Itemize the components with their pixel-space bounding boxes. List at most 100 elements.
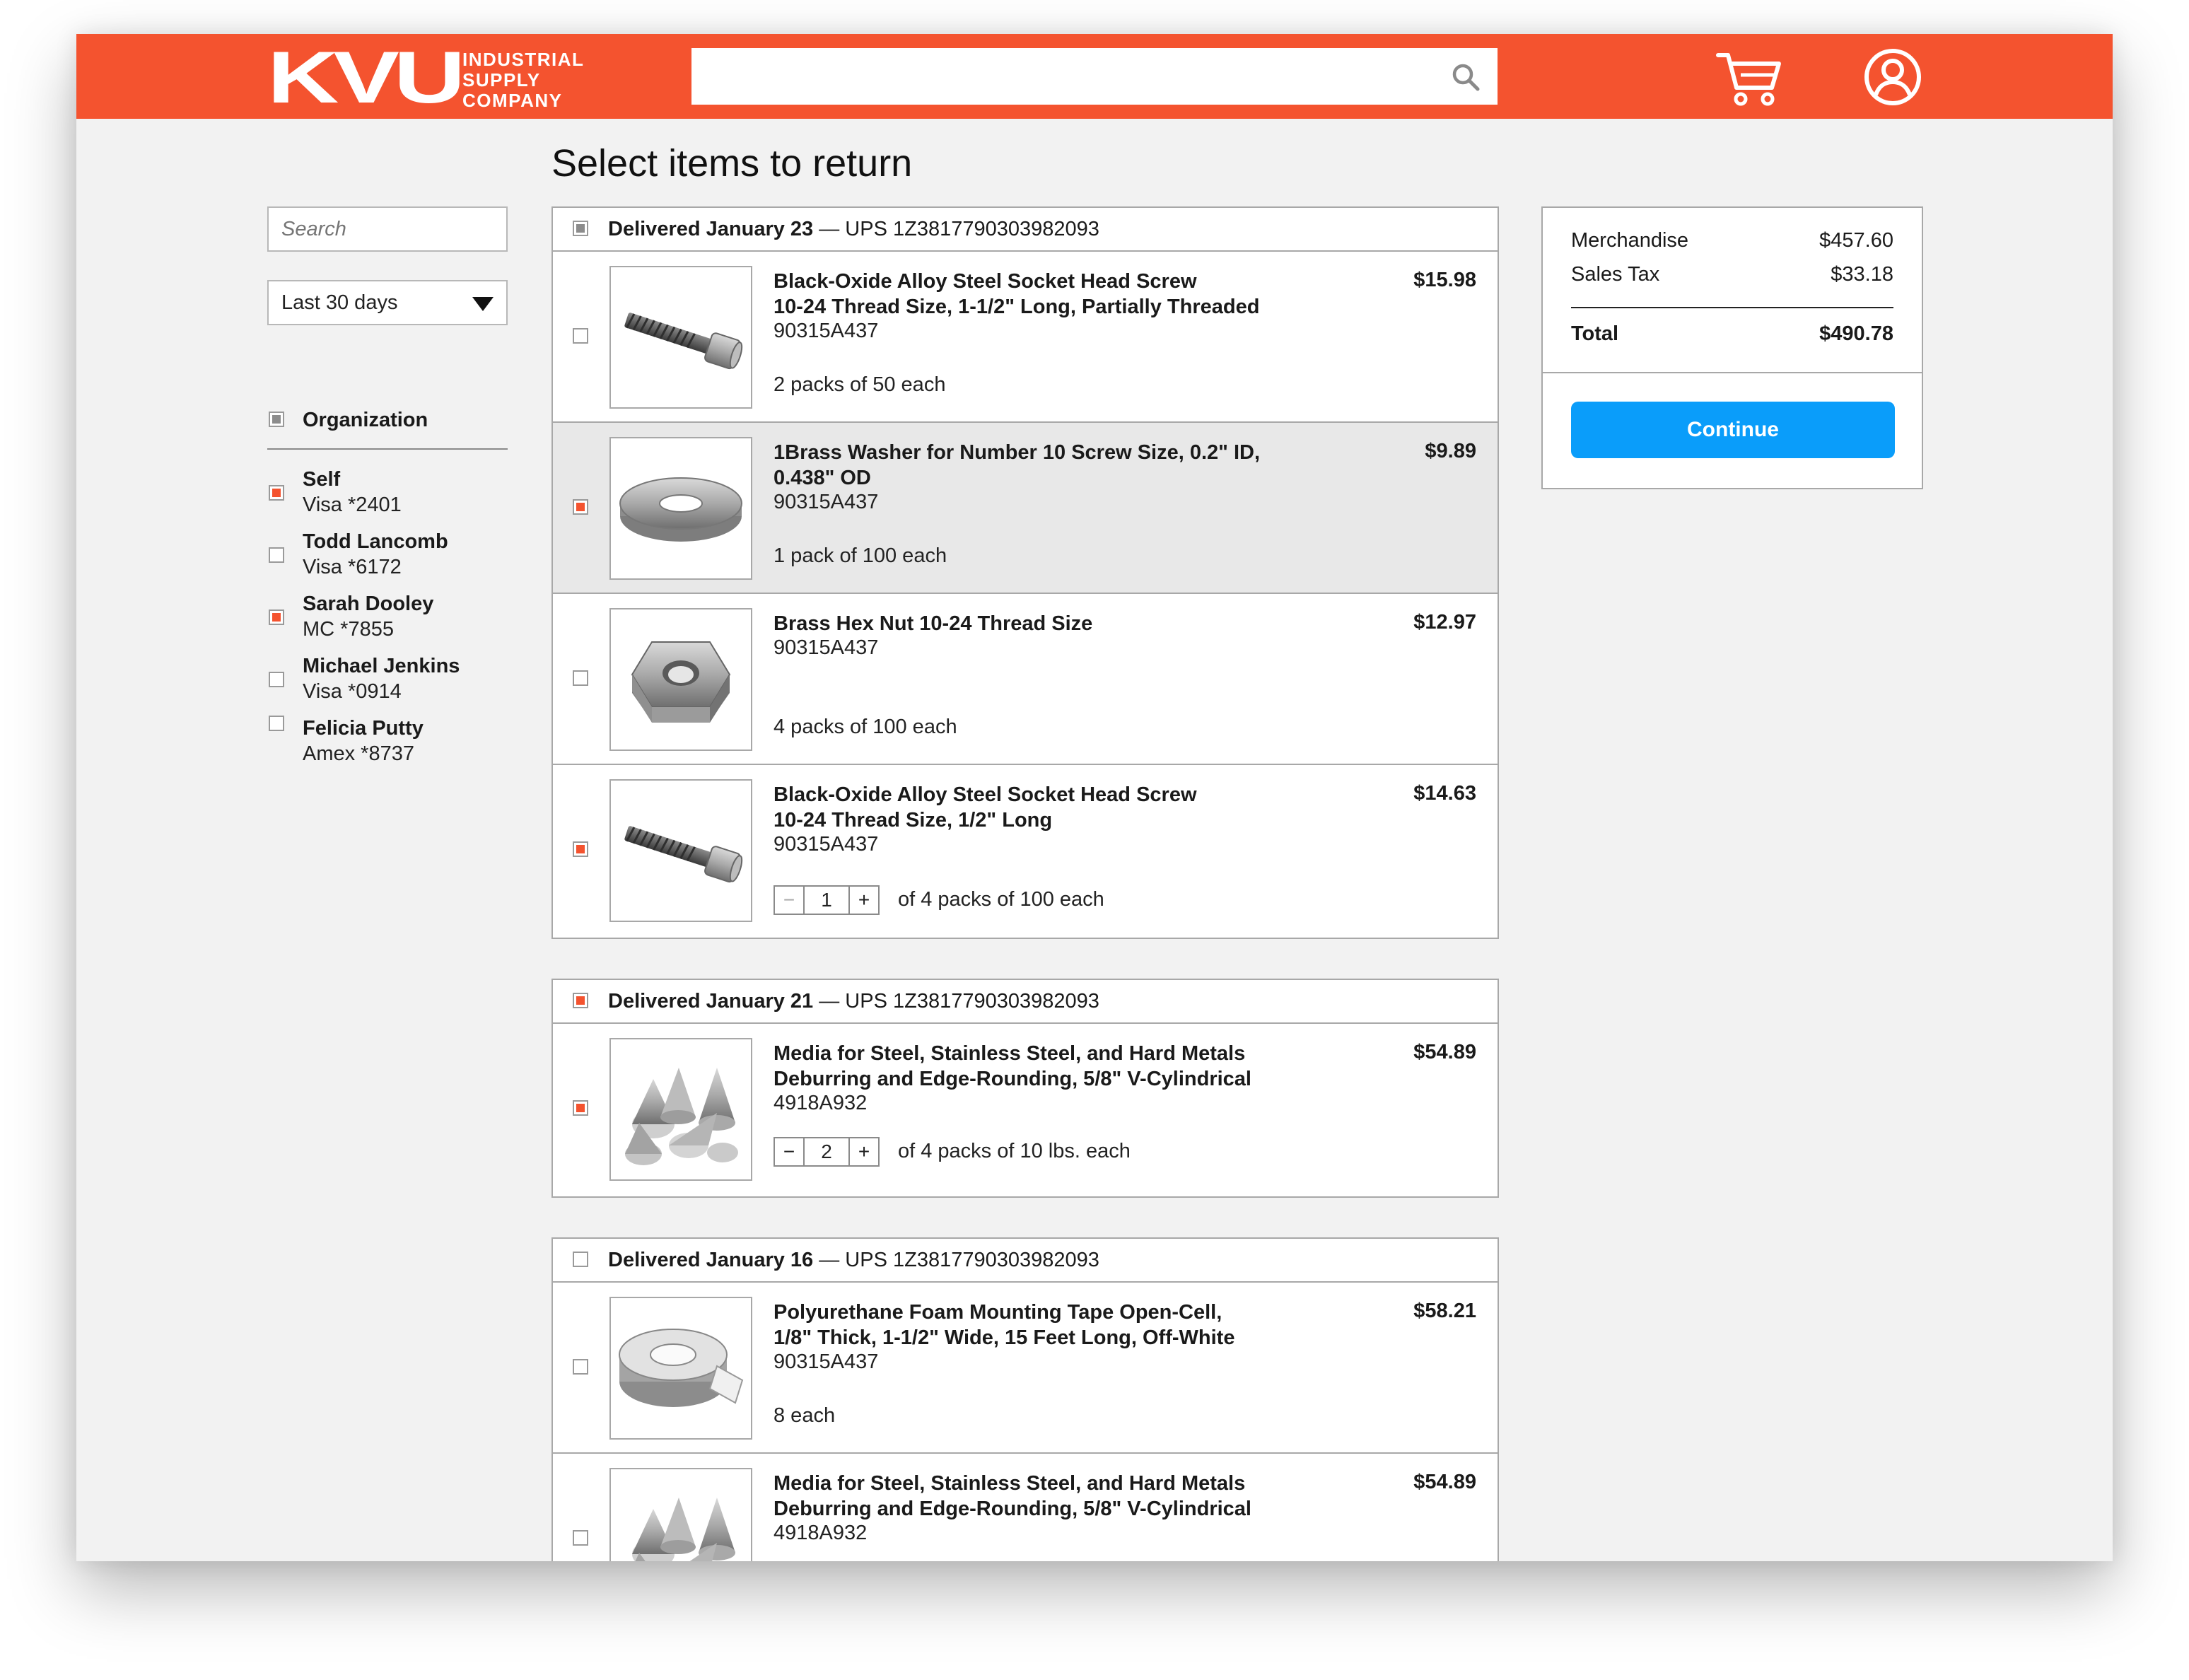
item-sku: 4918A932 xyxy=(774,1092,868,1114)
merchandise-row: Merchandise $457.60 xyxy=(1571,229,1893,252)
person-card: MC *7855 xyxy=(303,618,394,641)
continue-button[interactable]: Continue xyxy=(1571,402,1895,458)
site-header: KVU INDUSTRIAL SUPPLY COMPANY xyxy=(76,34,2113,119)
item-price: $9.89 xyxy=(1425,440,1476,462)
washer-image xyxy=(609,437,752,580)
item-checkbox[interactable] xyxy=(573,1359,588,1375)
person-card: Visa *6172 xyxy=(303,556,402,578)
person-name: Todd Lancomb xyxy=(303,530,448,553)
delivery-date: Delivered January 23 — UPS 1Z38177903039… xyxy=(608,218,1099,240)
person-checkbox-todd-lancomb[interactable] xyxy=(269,547,284,563)
merchandise-label: Merchandise xyxy=(1571,229,1689,252)
item-title: Brass Hex Nut 10-24 Thread Size xyxy=(774,612,1093,635)
item-sku: 90315A437 xyxy=(774,1351,879,1373)
delivery-date: Delivered January 16 — UPS 1Z38177903039… xyxy=(608,1249,1099,1271)
person-checkbox-self[interactable] xyxy=(269,485,284,501)
item-checkbox[interactable] xyxy=(573,1100,588,1116)
order-summary: Merchandise $457.60 Sales Tax $33.18 Tot… xyxy=(1541,206,1923,489)
person-checkbox-felicia-putty[interactable] xyxy=(269,716,284,731)
item-title: Black-Oxide Alloy Steel Socket Head Scre… xyxy=(774,270,1260,318)
group-checkbox[interactable] xyxy=(573,1252,588,1267)
item-title: Media for Steel, Stainless Steel, and Ha… xyxy=(774,1042,1251,1090)
item-sku: 90315A437 xyxy=(774,833,879,856)
header-search-input[interactable] xyxy=(691,48,1498,105)
group-header: Delivered January 23 — UPS 1Z38177903039… xyxy=(553,208,1498,252)
person-checkbox-michael-jenkins[interactable] xyxy=(269,672,284,687)
item-quantity: 8 each xyxy=(774,1404,836,1427)
delivery-group-jan-16: Delivered January 16 — UPS 1Z38177903039… xyxy=(551,1237,1499,1561)
list-item: Brass Hex Nut 10-24 Thread Size 90315A43… xyxy=(553,594,1498,765)
increment-button[interactable]: + xyxy=(848,885,880,915)
person-card: Visa *0914 xyxy=(303,680,402,703)
total-row: Total $490.78 xyxy=(1571,322,1893,346)
date-filter-select[interactable]: Last 30 days xyxy=(267,280,508,325)
sales-tax-row: Sales Tax $33.18 xyxy=(1571,263,1893,286)
logo-words: INDUSTRIAL SUPPLY COMPANY xyxy=(462,49,585,111)
group-checkbox[interactable] xyxy=(573,993,588,1008)
item-price: $58.21 xyxy=(1413,1300,1476,1322)
cone-media-image xyxy=(609,1468,752,1561)
person-name: Self xyxy=(303,468,341,491)
item-checkbox[interactable] xyxy=(573,670,588,686)
item-title: Black-Oxide Alloy Steel Socket Head Scre… xyxy=(774,783,1197,832)
item-price: $15.98 xyxy=(1413,269,1476,291)
item-sku: 90315A437 xyxy=(774,636,879,659)
list-item: Black-Oxide Alloy Steel Socket Head Scre… xyxy=(553,765,1498,936)
delivery-group-jan-23: Delivered January 23 — UPS 1Z38177903039… xyxy=(551,206,1499,939)
item-sku: 4918A932 xyxy=(774,1522,868,1544)
search-icon[interactable] xyxy=(1451,62,1481,92)
total-label: Total xyxy=(1571,322,1619,345)
person-card: Visa *2401 xyxy=(303,494,402,516)
item-price: $54.89 xyxy=(1413,1471,1476,1493)
person-name: Michael Jenkins xyxy=(303,655,460,677)
cart-icon[interactable] xyxy=(1715,49,1783,106)
item-quantity: 4 packs of 100 each xyxy=(774,716,957,738)
user-icon[interactable] xyxy=(1864,48,1922,106)
caret-down-icon xyxy=(472,297,494,311)
organization-divider xyxy=(267,448,508,450)
person-name: Sarah Dooley xyxy=(303,593,434,615)
page-title: Select items to return xyxy=(551,142,913,185)
quantity-stepper: − 1 + xyxy=(774,885,880,915)
item-title: Media for Steel, Stainless Steel, and Ha… xyxy=(774,1472,1251,1520)
list-item: Media for Steel, Stainless Steel, and Ha… xyxy=(553,1024,1498,1195)
item-checkbox[interactable] xyxy=(573,1530,588,1546)
item-checkbox[interactable] xyxy=(573,499,588,515)
sales-tax-value: $33.18 xyxy=(1831,263,1893,286)
summary-divider xyxy=(1571,307,1893,308)
list-item: Black-Oxide Alloy Steel Socket Head Scre… xyxy=(553,252,1498,423)
list-item: 1Brass Washer for Number 10 Screw Size, … xyxy=(553,423,1498,594)
screw-image xyxy=(609,266,752,409)
item-sku: 90315A437 xyxy=(774,491,879,513)
quantity-of-label: of 4 packs of 100 each xyxy=(898,888,1104,911)
increment-button[interactable]: + xyxy=(848,1137,880,1167)
cone-media-image xyxy=(609,1038,752,1181)
list-item: Polyurethane Foam Mounting Tape Open-Cel… xyxy=(553,1283,1498,1454)
organization-checkbox[interactable] xyxy=(269,412,284,427)
sales-tax-label: Sales Tax xyxy=(1571,263,1660,286)
tracking-number: — UPS 1Z3817790303982093 xyxy=(813,1249,1099,1271)
decrement-button[interactable]: − xyxy=(774,1137,805,1167)
item-price: $54.89 xyxy=(1413,1041,1476,1063)
item-title: Polyurethane Foam Mounting Tape Open-Cel… xyxy=(774,1301,1235,1349)
decrement-button[interactable]: − xyxy=(774,885,805,915)
person-name: Felicia Putty xyxy=(303,717,424,740)
screw-image xyxy=(609,779,752,922)
logo-letters: KVU xyxy=(267,37,465,119)
foam-tape-image xyxy=(609,1297,752,1440)
item-quantity: 2 packs of 50 each xyxy=(774,373,946,396)
group-header: Delivered January 21 — UPS 1Z38177903039… xyxy=(553,980,1498,1024)
organization-label: Organization xyxy=(303,409,428,431)
person-checkbox-sarah-dooley[interactable] xyxy=(269,609,284,625)
group-checkbox[interactable] xyxy=(573,221,588,236)
item-checkbox[interactable] xyxy=(573,841,588,857)
quantity-value[interactable]: 1 xyxy=(805,885,848,915)
browser-window: KVU INDUSTRIAL SUPPLY COMPANY Select ite xyxy=(76,34,2113,1561)
delivery-date: Delivered January 21 — UPS 1Z38177903039… xyxy=(608,990,1099,1013)
date-filter-value: Last 30 days xyxy=(281,291,398,314)
item-checkbox[interactable] xyxy=(573,328,588,344)
sidebar-search-input[interactable] xyxy=(267,206,508,252)
list-item: Media for Steel, Stainless Steel, and Ha… xyxy=(553,1454,1498,1561)
quantity-value[interactable]: 2 xyxy=(805,1137,848,1167)
tracking-number: — UPS 1Z3817790303982093 xyxy=(813,218,1099,240)
